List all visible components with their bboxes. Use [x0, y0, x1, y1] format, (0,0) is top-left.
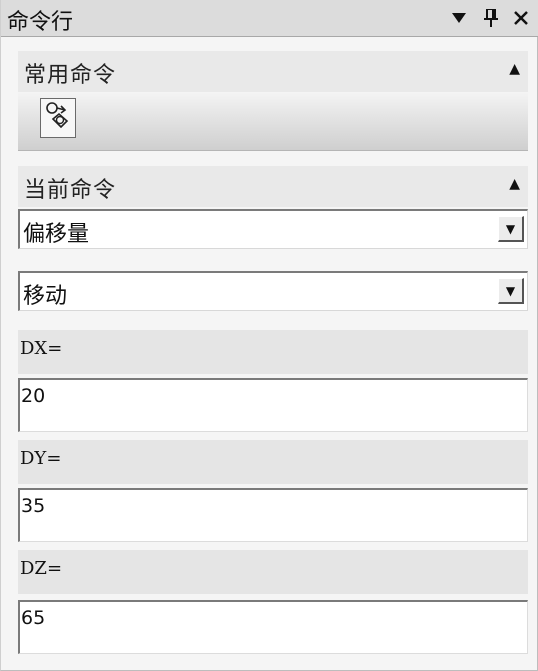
- dy-input[interactable]: [21, 495, 501, 517]
- mode-select[interactable]: 偏移量 ▼: [18, 209, 528, 249]
- common-commands-header[interactable]: 常用命令 ▲: [18, 51, 528, 92]
- move-object-icon: [45, 101, 71, 135]
- mode-select-value: 偏移量: [23, 222, 90, 247]
- chevron-down-icon[interactable]: ▼: [498, 216, 524, 242]
- dx-input[interactable]: [21, 385, 501, 407]
- dy-field[interactable]: [18, 488, 528, 542]
- panel-titlebar[interactable]: 命令行: [1, 0, 538, 37]
- dropdown-icon[interactable]: [447, 3, 471, 33]
- dx-label: DX=: [20, 338, 63, 359]
- dx-label-row: DX=: [18, 330, 528, 374]
- common-commands-label: 常用命令: [24, 63, 117, 88]
- dz-label: DZ=: [20, 558, 63, 579]
- current-command-label: 当前命令: [24, 178, 117, 203]
- dx-field[interactable]: [18, 378, 528, 432]
- common-commands-toolbar: [18, 92, 528, 151]
- command-line-panel: 命令行 常用命令 ▲ 当前命令 ▲ 偏移量 ▼ 移动 ▼ DX= 20 DY= …: [0, 0, 538, 671]
- current-command-header[interactable]: 当前命令 ▲: [18, 166, 528, 207]
- dy-label-row: DY=: [18, 440, 528, 484]
- close-icon[interactable]: [509, 3, 533, 33]
- dz-input[interactable]: [21, 607, 501, 629]
- panel-title: 命令行: [7, 10, 74, 35]
- command-select[interactable]: 移动 ▼: [18, 271, 528, 311]
- chevron-down-icon[interactable]: ▼: [498, 278, 524, 304]
- dy-label: DY=: [20, 448, 62, 469]
- move-command-button[interactable]: [40, 98, 76, 138]
- command-select-value: 移动: [23, 284, 68, 309]
- dz-field[interactable]: [18, 600, 528, 654]
- collapse-up-icon[interactable]: ▲: [509, 61, 520, 77]
- dz-label-row: DZ=: [18, 550, 528, 594]
- collapse-up-icon[interactable]: ▲: [509, 176, 520, 192]
- pin-icon[interactable]: [479, 3, 503, 33]
